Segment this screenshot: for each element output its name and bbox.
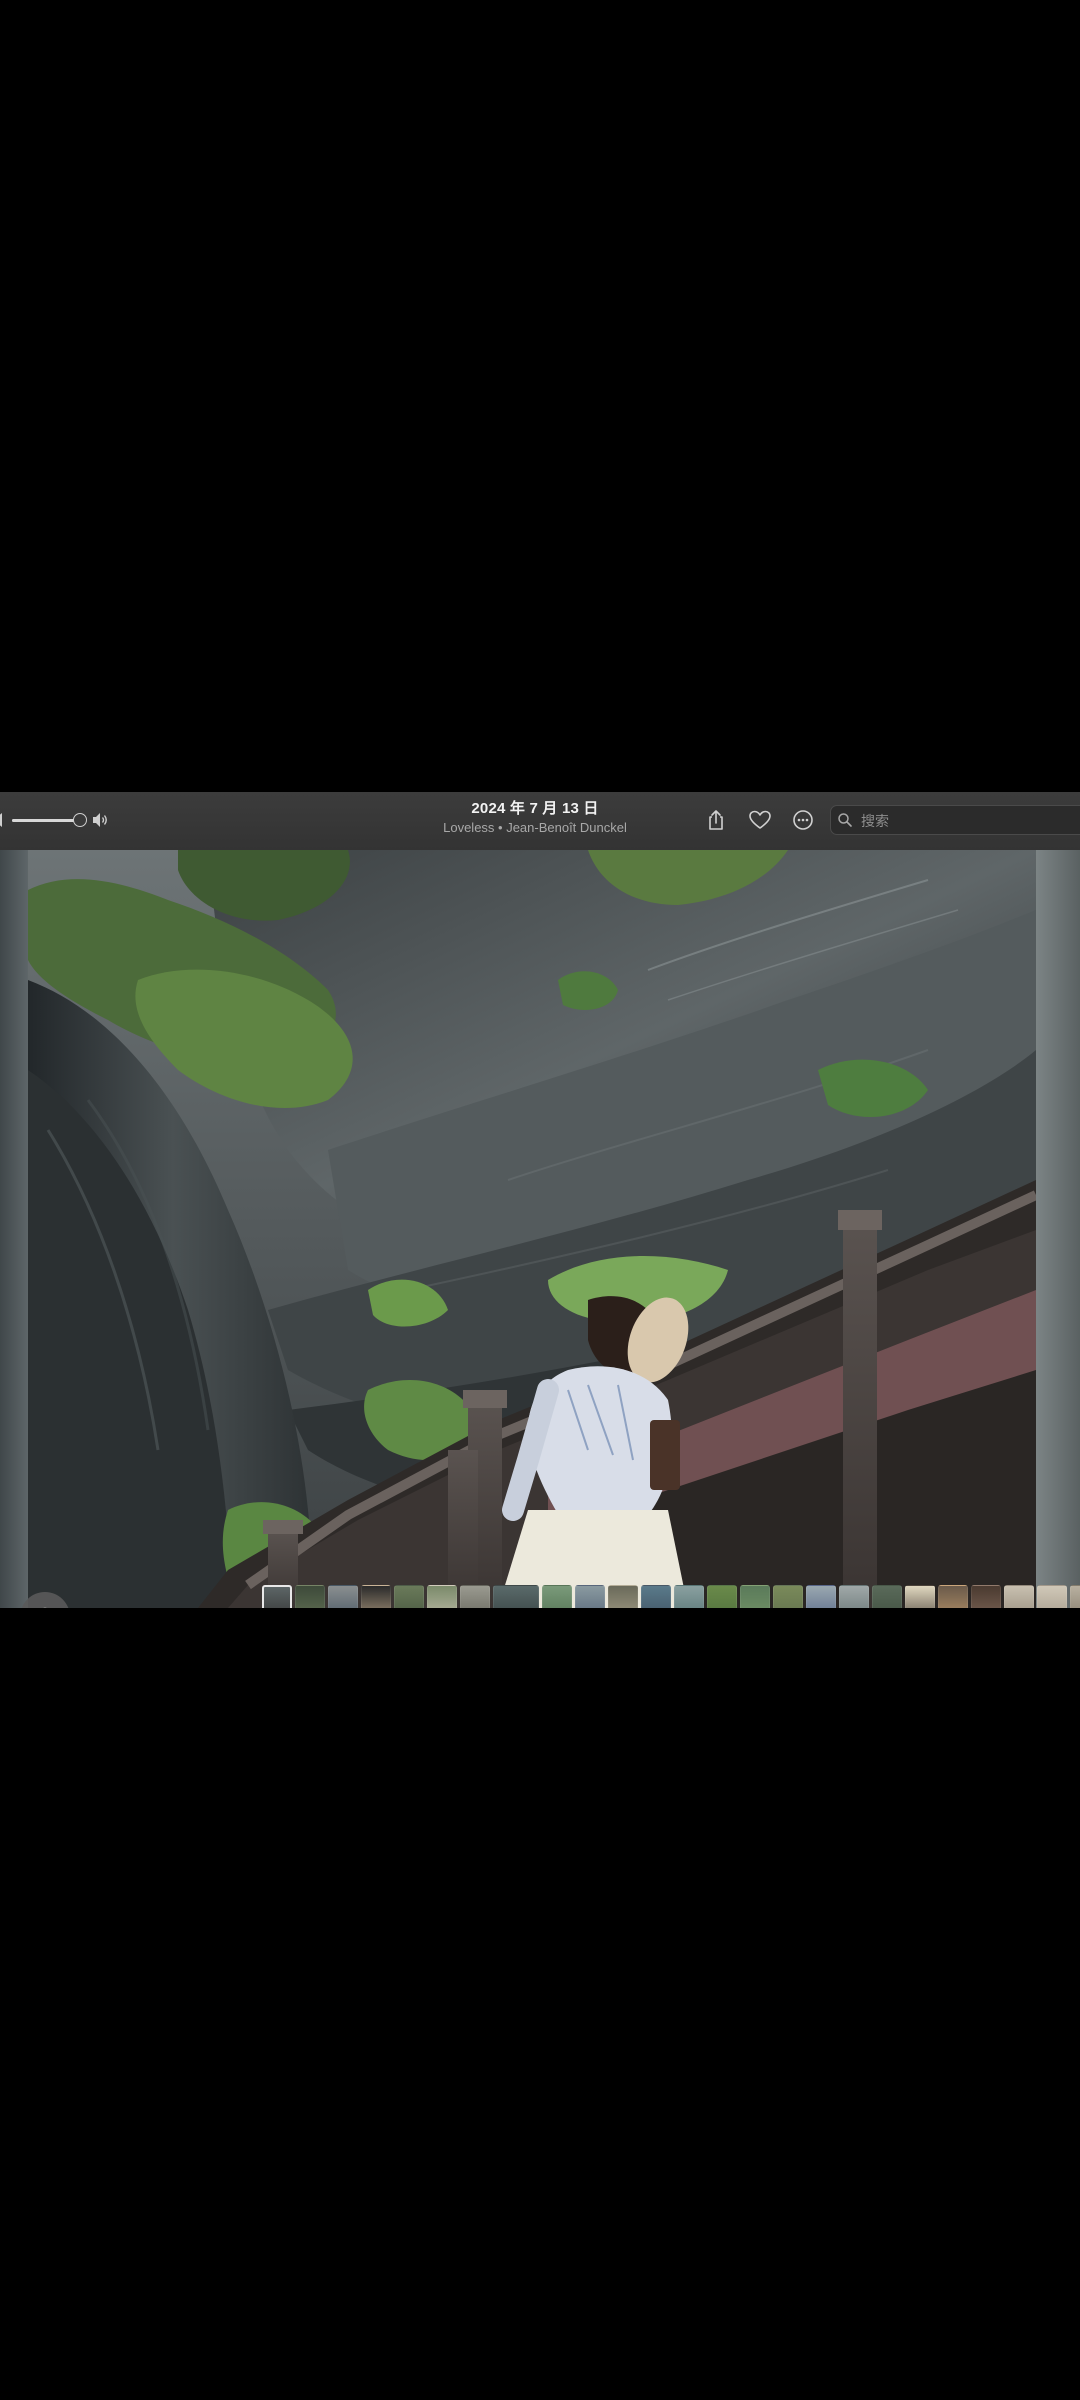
previous-photo-peek[interactable] (0, 850, 28, 1608)
screen: 2024 年 7 月 13 日 Loveless • Jean-Benoît D… (0, 0, 1080, 2400)
favorite-button[interactable] (747, 807, 773, 833)
filmstrip-thumbnail[interactable] (1070, 1585, 1080, 1608)
main-photo-image (28, 850, 1036, 1608)
filmstrip-thumbnail[interactable] (394, 1585, 424, 1608)
filmstrip-thumbnail[interactable] (773, 1585, 803, 1608)
filmstrip-thumbnail[interactable] (707, 1585, 737, 1608)
filmstrip-thumbnail[interactable] (427, 1585, 457, 1608)
filmstrip-thumbnail[interactable] (740, 1585, 770, 1608)
filmstrip-thumbnail[interactable] (262, 1585, 292, 1608)
photo-date-title: 2024 年 7 月 13 日 (471, 800, 599, 817)
next-photo-peek[interactable] (1036, 850, 1080, 1608)
toolbar: 2024 年 7 月 13 日 Loveless • Jean-Benoît D… (0, 792, 1080, 851)
filmstrip-thumbnail[interactable] (905, 1585, 935, 1608)
main-photo[interactable] (28, 850, 1036, 1608)
ellipsis-circle-icon (793, 810, 813, 830)
filmstrip-thumbnail[interactable] (1004, 1585, 1034, 1608)
filmstrip-thumbnail[interactable] (608, 1585, 638, 1608)
filmstrip-thumbnail[interactable] (641, 1585, 671, 1608)
filmstrip-thumbnail[interactable] (674, 1585, 704, 1608)
filmstrip-thumbnail[interactable] (328, 1585, 358, 1608)
share-icon (709, 810, 723, 830)
filmstrip-thumbnail[interactable] (295, 1585, 325, 1608)
filmstrip-thumbnail[interactable] (493, 1585, 539, 1608)
magnifier-icon (838, 813, 852, 827)
filmstrip-thumbnail[interactable] (575, 1585, 605, 1608)
photo-viewer (0, 850, 1080, 1608)
title-block: 2024 年 7 月 13 日 Loveless • Jean-Benoît D… (340, 800, 730, 836)
speaker-high-icon[interactable] (93, 812, 109, 828)
filmstrip-thumbnail[interactable] (971, 1585, 1001, 1608)
filters-icon (43, 1607, 47, 1608)
filmstrip (262, 1582, 1080, 1608)
now-playing-subtitle: Loveless • Jean-Benoît Dunckel (443, 820, 627, 835)
filmstrip-thumbnail[interactable] (361, 1585, 391, 1608)
filmstrip-thumbnail[interactable] (872, 1585, 902, 1608)
photos-window: 2024 年 7 月 13 日 Loveless • Jean-Benoît D… (0, 792, 1080, 1608)
speaker-low-icon[interactable] (0, 813, 4, 827)
filmstrip-thumbnail[interactable] (938, 1585, 968, 1608)
filmstrip-thumbnail[interactable] (460, 1585, 490, 1608)
filmstrip-thumbnail[interactable] (1037, 1585, 1067, 1608)
filmstrip-thumbnail[interactable] (806, 1585, 836, 1608)
share-button[interactable] (703, 807, 729, 833)
search-box[interactable] (830, 805, 1080, 835)
filmstrip-thumbnail[interactable] (542, 1585, 572, 1608)
volume-slider-knob[interactable] (73, 813, 87, 827)
search-input[interactable] (859, 809, 1080, 833)
heart-icon (749, 810, 771, 829)
more-button[interactable] (790, 807, 816, 833)
filmstrip-thumbnail[interactable] (839, 1585, 869, 1608)
volume-slider-fill (12, 819, 80, 822)
volume-slider[interactable] (12, 819, 80, 822)
